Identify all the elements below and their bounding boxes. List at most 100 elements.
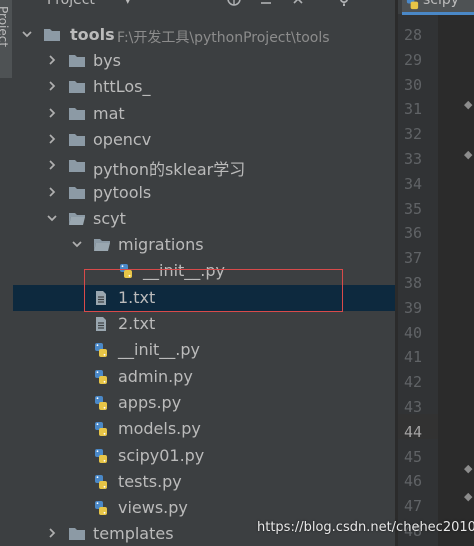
python-file-icon [93,395,111,411]
tree-item[interactable]: mat [13,101,397,127]
tree-item-label: __init__.py [143,261,226,281]
chevron-down-icon[interactable] [71,238,83,252]
line-number: 30 [404,75,423,94]
tree-item[interactable]: views.py [13,495,397,521]
tree-item[interactable]: __init__.py [13,337,397,363]
folder-icon [68,53,86,69]
line-number: 41 [404,348,423,367]
root-folder-path: F:\开发工具\pythonProject\tools [117,30,330,46]
folder-icon [68,132,86,148]
chevron-right-icon[interactable] [46,527,58,541]
tree-item-label: __init__.py [118,340,201,360]
chevron-down-icon[interactable] [46,212,58,226]
line-number: 46 [404,472,423,491]
line-number: 31 [404,100,423,119]
python-file-icon [118,263,136,279]
tree-item[interactable]: scipy01.py [13,443,397,469]
chevron-right-icon[interactable] [46,133,58,147]
tree-item-label: scyt [93,208,126,228]
line-number: 33 [404,150,423,168]
line-number: 40 [404,323,423,342]
folder-icon [68,526,86,542]
chevron-down-icon[interactable] [21,28,33,42]
tree-item[interactable]: admin.py [13,364,397,390]
fold-marker-icon[interactable]: ◆ [464,462,474,476]
tree-item[interactable]: migrations [13,232,397,258]
python-file-icon [93,448,111,464]
python-file-icon [93,500,111,516]
project-panel: Project ▾ tools F:\开发工具\pythonProject\to… [13,0,397,546]
tree-item[interactable]: httLos_ [13,74,397,100]
python-file-icon [405,0,420,14]
expand-all-icon[interactable] [289,0,307,9]
fold-marker-icon[interactable]: ◆ [464,148,474,162]
left-tool-strip: Project [0,0,14,546]
line-number: 36 [404,224,423,243]
tree-item-label: 2.txt [118,314,156,333]
tree-item[interactable]: opencv [13,127,397,153]
line-number: 43 [404,398,423,416]
tree-item-label: migrations [118,235,204,255]
python-file-icon [93,474,111,490]
tree-item-label: pytools [93,182,152,202]
tree-item-label: python的sklear学习 [93,160,246,180]
line-number: 47 [404,497,423,516]
editor-tab-bar: scipy [398,0,474,15]
root-folder-name: tools [70,25,115,44]
line-number: 44 [404,422,423,441]
line-number: 39 [404,298,423,317]
folder-open-icon [68,211,86,227]
line-number: 42 [404,373,423,392]
tree-item[interactable]: 2.txt [13,311,397,337]
project-panel-header: Project ▾ [13,0,397,12]
tree-item[interactable]: tests.py [13,469,397,495]
watermark-text: https://blog.csdn.net/chehec2010 [257,520,474,535]
text-file-icon [93,316,111,332]
tree-item-label: scipy01.py [118,445,205,465]
tree-item[interactable]: pytools [13,180,397,206]
chevron-right-icon[interactable] [46,159,58,173]
tree-item[interactable]: python的sklear学习 [13,153,397,179]
minimize-icon[interactable] [367,0,385,9]
tree-item-label: opencv [93,129,152,149]
folder-icon [68,106,86,122]
editor-tab-scipy[interactable]: scipy [402,0,474,15]
tree-item[interactable]: bys [13,48,397,74]
python-file-icon [93,369,111,385]
python-file-icon [93,342,111,358]
tree-item[interactable]: apps.py [13,390,397,416]
fold-marker-icon[interactable]: ◆ [464,490,474,504]
python-file-icon [93,421,111,437]
tree-item-label: apps.py [118,392,182,412]
tree-item-label: admin.py [118,366,193,386]
chevron-right-icon[interactable] [46,107,58,121]
line-number: 35 [404,199,423,218]
line-number-gutter: 28 29 30 31 32 33 34 35 36 37 38 39 40 41 42 43 44 45 46 47… [398,0,438,546]
tree-item-label: templates [93,524,174,544]
editor-area: 28 29 30 31 32 33 34 35 36 37 38 39 40 41 42 43 44 45 46 47… [398,0,474,546]
tree-item-label: models.py [118,419,201,439]
line-number: 38 [404,274,423,292]
project-tool-tab[interactable]: Project [0,0,12,78]
folder-icon [68,79,86,95]
tree-item[interactable]: models.py [13,416,397,442]
chevron-right-icon[interactable] [46,54,58,68]
tree-item[interactable]: 1.txt [13,284,397,311]
panel-title[interactable]: Project [47,0,95,8]
tree-item[interactable]: __init__.py [13,258,397,284]
chevron-right-icon[interactable] [46,80,58,94]
gear-icon[interactable] [335,0,353,9]
chevron-down-icon[interactable]: ▾ [125,0,131,7]
line-number: 32 [404,125,423,144]
tree-item-label: views.py [118,498,188,518]
fold-marker-icon[interactable]: ◆ [464,98,474,112]
chevron-right-icon[interactable] [46,186,58,200]
tree-root-row[interactable]: tools F:\开发工具\pythonProject\tools [13,22,397,48]
tree-item-label: httLos_ [93,77,151,97]
tree-item[interactable]: scyt [13,206,397,232]
text-file-icon [93,290,111,306]
line-number: 45 [404,447,423,466]
folder-icon [68,158,86,174]
globe-icon[interactable] [225,0,243,9]
collapse-all-icon[interactable] [257,0,275,9]
